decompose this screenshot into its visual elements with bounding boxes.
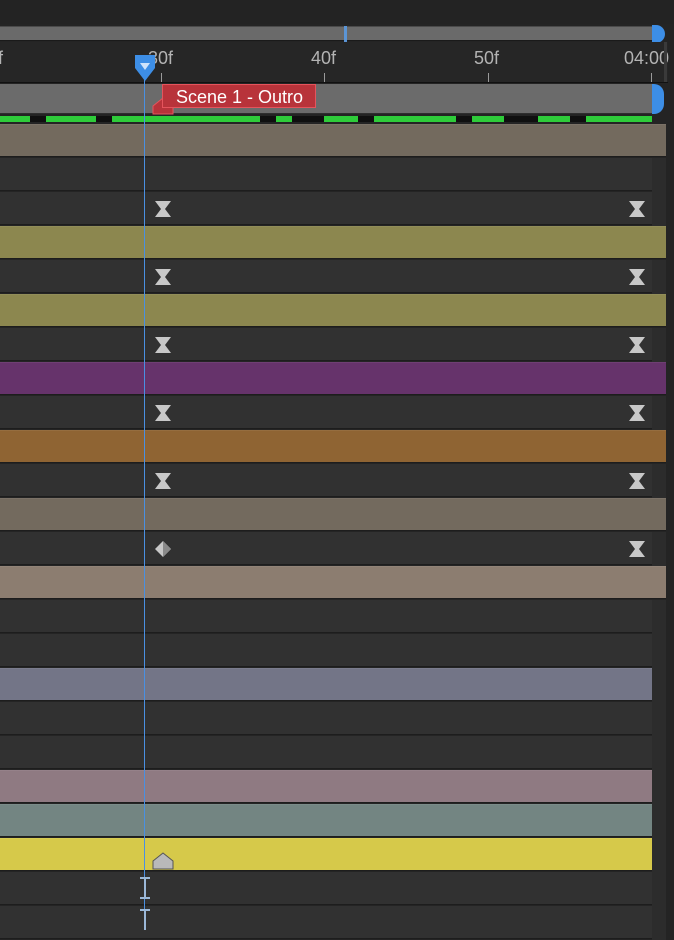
timeline-scrollbar-track bbox=[652, 736, 666, 770]
ruler-tick bbox=[488, 73, 489, 82]
property-track-row[interactable] bbox=[0, 192, 652, 225]
layer-duration-bar[interactable] bbox=[0, 226, 666, 259]
timeline-scrollbar-track bbox=[652, 668, 666, 702]
ruler-tick bbox=[651, 73, 652, 82]
hold-keyframe-icon[interactable] bbox=[627, 471, 647, 491]
timeline-scrollbar-track bbox=[652, 906, 666, 940]
ruler-label-50f: 50f bbox=[474, 48, 500, 68]
layer-duration-bar[interactable] bbox=[0, 838, 652, 871]
ruler-tick bbox=[161, 73, 162, 82]
cache-segment bbox=[112, 116, 260, 122]
layer-marker-icon[interactable] bbox=[152, 852, 174, 872]
property-track-row[interactable] bbox=[0, 158, 652, 191]
hold-keyframe-icon[interactable] bbox=[627, 539, 647, 559]
hold-keyframe-icon[interactable] bbox=[153, 199, 173, 219]
layer-in-point-icon[interactable] bbox=[138, 908, 152, 932]
timeline-scrollbar-track bbox=[652, 838, 666, 872]
layer-duration-bar[interactable] bbox=[0, 430, 666, 463]
playhead-handle-icon[interactable] bbox=[134, 54, 156, 82]
hold-keyframe-icon[interactable] bbox=[153, 403, 173, 423]
property-track-row[interactable] bbox=[0, 702, 652, 735]
layer-duration-bar[interactable] bbox=[0, 804, 652, 837]
property-track-row[interactable] bbox=[0, 872, 652, 905]
cache-segment bbox=[374, 116, 456, 122]
time-navigator-current-indicator bbox=[344, 26, 347, 42]
hold-keyframe-icon[interactable] bbox=[627, 403, 647, 423]
work-area-bar[interactable] bbox=[0, 84, 652, 114]
ruler-tick bbox=[324, 73, 325, 82]
linear-keyframe-icon[interactable] bbox=[153, 539, 173, 559]
layer-duration-bar[interactable] bbox=[0, 124, 666, 157]
time-navigator-bar[interactable] bbox=[0, 26, 652, 41]
hold-keyframe-icon[interactable] bbox=[627, 267, 647, 287]
timeline-scrollbar-track bbox=[652, 192, 666, 226]
hold-keyframe-icon[interactable] bbox=[153, 471, 173, 491]
cache-segment bbox=[538, 116, 570, 122]
property-track-row[interactable] bbox=[0, 532, 652, 565]
layer-duration-bar[interactable] bbox=[0, 498, 666, 531]
work-area-end-handle[interactable] bbox=[652, 84, 664, 114]
timeline-scrollbar-track bbox=[652, 872, 666, 906]
property-track-row[interactable] bbox=[0, 736, 652, 769]
property-track-row[interactable] bbox=[0, 396, 652, 429]
layer-duration-bar[interactable] bbox=[0, 362, 666, 395]
playhead-line bbox=[144, 60, 145, 928]
property-track-row[interactable] bbox=[0, 328, 652, 361]
ruler-label-04-00: 04:00 bbox=[624, 48, 670, 68]
layer-in-point-icon[interactable] bbox=[138, 876, 152, 900]
property-track-row[interactable] bbox=[0, 906, 652, 939]
hold-keyframe-icon[interactable] bbox=[153, 267, 173, 287]
timeline-scrollbar-track bbox=[652, 770, 666, 804]
timeline-scrollbar-track bbox=[652, 532, 666, 566]
cache-segment bbox=[276, 116, 292, 122]
timeline-scrollbar-track bbox=[652, 600, 666, 634]
cache-segment bbox=[46, 116, 96, 122]
timeline-scrollbar-track bbox=[652, 804, 666, 838]
timeline-scrollbar-track bbox=[652, 396, 666, 430]
timeline-scrollbar-track bbox=[652, 260, 666, 294]
timeline-scrollbar-track bbox=[652, 158, 666, 192]
composition-marker-label[interactable]: Scene 1 - Outro bbox=[162, 84, 317, 108]
ruler-label-40f: 40f bbox=[311, 48, 337, 68]
ruler-label-0f: 0f bbox=[0, 48, 4, 68]
timeline-scrollbar-track bbox=[652, 464, 666, 498]
cache-segment bbox=[586, 116, 652, 122]
timeline-scrollbar-track bbox=[652, 328, 666, 362]
cache-segment bbox=[472, 116, 504, 122]
time-navigator bbox=[0, 0, 674, 24]
layer-duration-bar[interactable] bbox=[0, 294, 666, 327]
property-track-row[interactable] bbox=[0, 634, 652, 667]
hold-keyframe-icon[interactable] bbox=[627, 199, 647, 219]
property-track-row[interactable] bbox=[0, 464, 652, 497]
property-track-row[interactable] bbox=[0, 260, 652, 293]
ruler-edge bbox=[664, 42, 667, 82]
time-navigator-end-handle[interactable] bbox=[652, 25, 665, 43]
hold-keyframe-icon[interactable] bbox=[153, 335, 173, 355]
timeline-scrollbar-track bbox=[652, 634, 666, 668]
layer-duration-bar[interactable] bbox=[0, 668, 652, 701]
timeline-scrollbar-track bbox=[652, 702, 666, 736]
layer-duration-bar[interactable] bbox=[0, 770, 652, 803]
property-track-row[interactable] bbox=[0, 600, 652, 633]
cache-segment bbox=[324, 116, 358, 122]
layer-duration-bar[interactable] bbox=[0, 566, 666, 599]
hold-keyframe-icon[interactable] bbox=[627, 335, 647, 355]
cache-segment bbox=[0, 116, 30, 122]
